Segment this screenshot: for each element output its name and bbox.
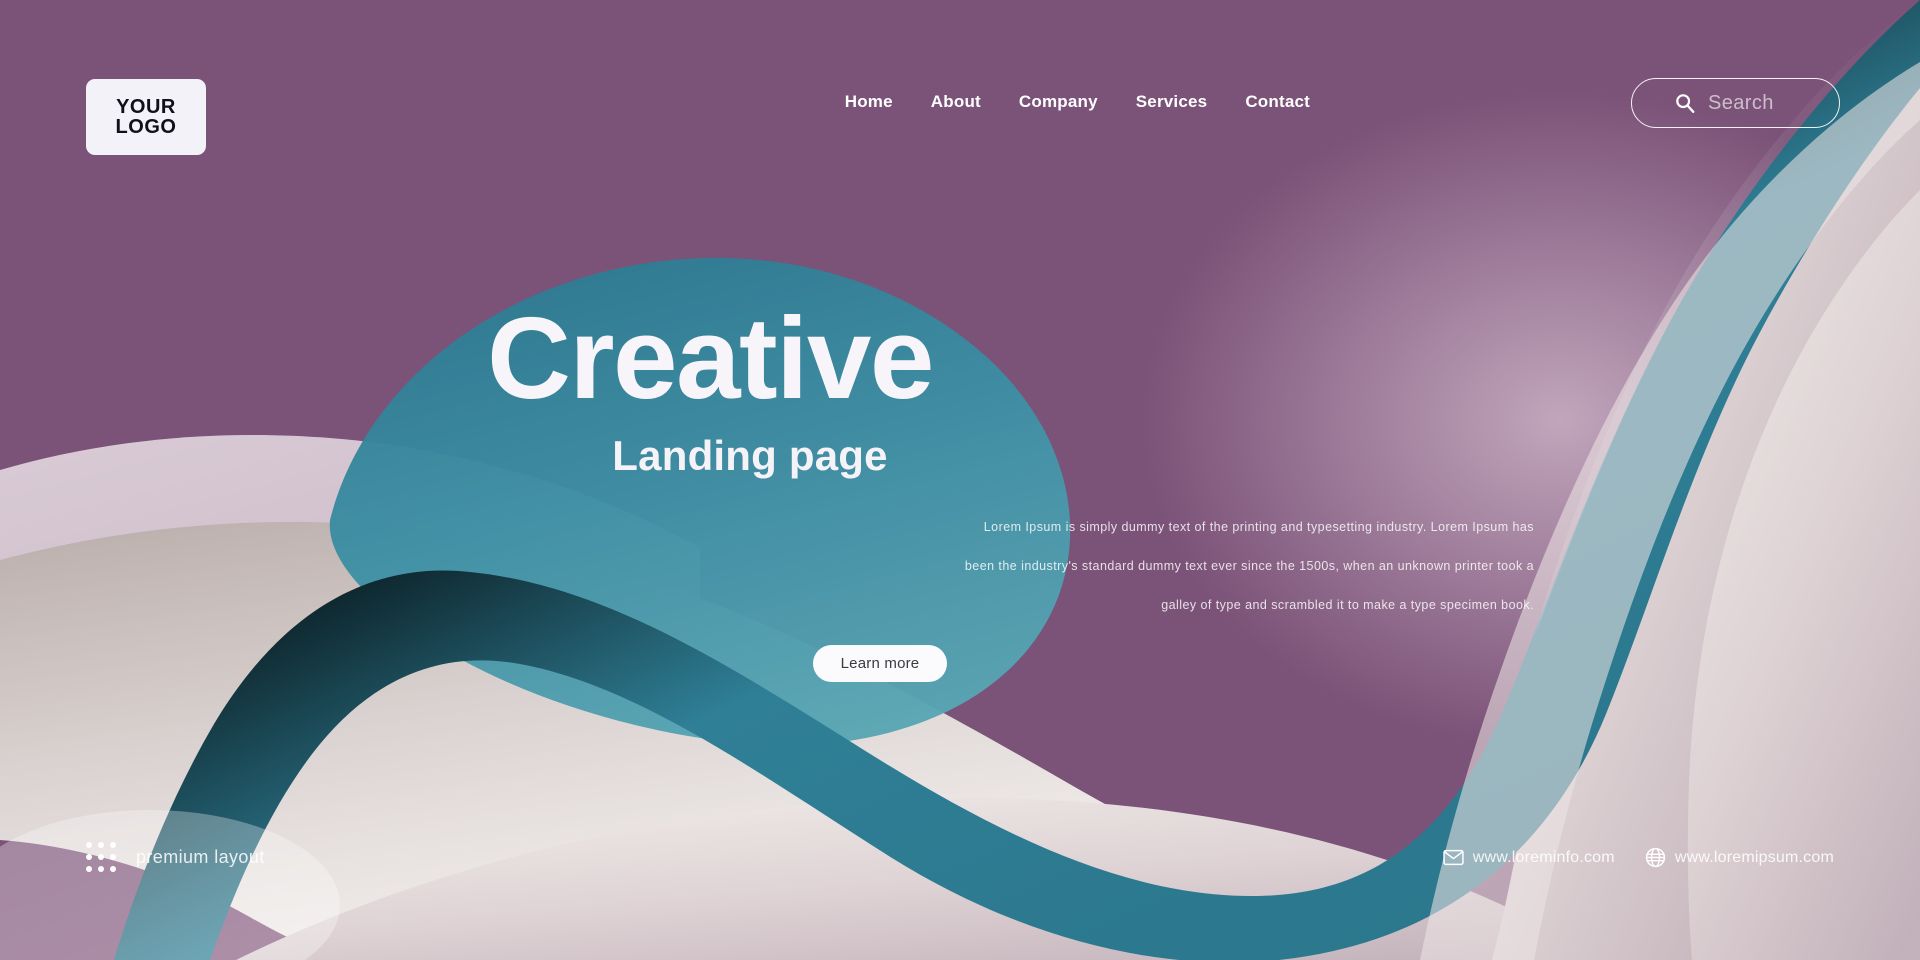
envelope-icon	[1443, 849, 1464, 866]
logo-line-1: YOUR	[116, 95, 176, 118]
search-input[interactable]: Search	[1708, 92, 1774, 115]
contact-email-text: www.loreminfo.com	[1472, 848, 1615, 866]
contact-website[interactable]: www.loremipsum.com	[1645, 847, 1834, 868]
main-navigation: Home About Company Services Contact	[845, 92, 1310, 112]
nav-item-home[interactable]: Home	[845, 92, 893, 112]
page-subtitle: Landing page	[612, 432, 888, 479]
site-footer: premium layout www.loreminfo.com www.lor…	[0, 840, 1920, 960]
hero-paragraph-line-1: Lorem Ipsum is simply dummy text of the …	[983, 520, 1534, 534]
globe-icon	[1645, 847, 1665, 868]
learn-more-button[interactable]: Learn more	[813, 645, 947, 682]
page-title: Creative	[487, 293, 934, 423]
nav-item-services[interactable]: Services	[1136, 92, 1208, 112]
premium-layout-label: premium layout	[136, 846, 265, 867]
premium-layout-badge: premium layout	[86, 842, 265, 872]
hero-paragraph-line-3: galley of type and scrambled it to make …	[1161, 597, 1534, 612]
nav-item-company[interactable]: Company	[1019, 92, 1098, 112]
logo[interactable]: YOUR LOGO	[86, 79, 206, 155]
nav-item-about[interactable]: About	[931, 92, 981, 112]
site-header: YOUR LOGO Home About Company Services Co…	[0, 0, 1920, 180]
search-box[interactable]: Search	[1631, 78, 1840, 128]
search-icon	[1676, 94, 1695, 113]
dot-grid-icon	[86, 842, 116, 872]
contact-website-text: www.loremipsum.com	[1674, 848, 1834, 866]
logo-line-2: LOGO	[115, 116, 177, 138]
hero-paragraph: Lorem Ipsum is simply dummy text of the …	[0, 508, 1534, 624]
hero-paragraph-line-2: been the industry's standard dummy text …	[964, 558, 1534, 573]
footer-contacts: www.loreminfo.com www.loremipsum.com	[1443, 847, 1834, 868]
nav-item-contact[interactable]: Contact	[1245, 92, 1310, 112]
contact-email[interactable]: www.loreminfo.com	[1443, 847, 1615, 868]
